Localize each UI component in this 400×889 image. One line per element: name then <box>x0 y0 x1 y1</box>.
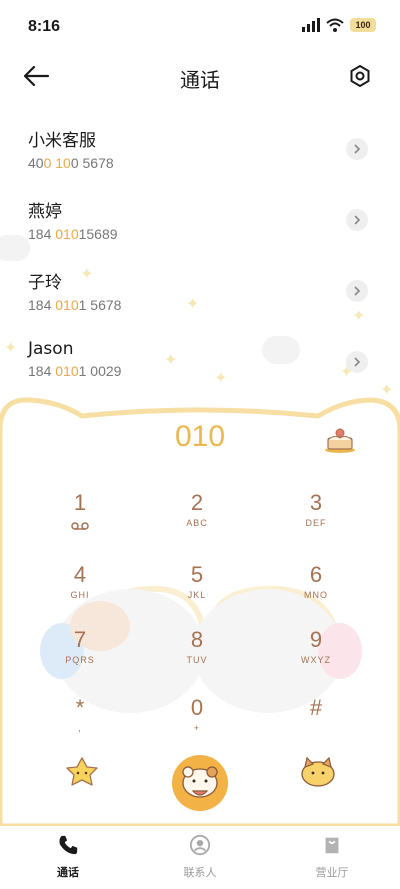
contact-name: Jason <box>28 339 74 359</box>
delete-button[interactable] <box>322 424 360 456</box>
contact-name: 小米客服 <box>28 131 96 151</box>
phone-icon <box>59 835 78 855</box>
key-digit: 4 <box>73 562 87 587</box>
contact-name: 燕婷 <box>28 202 62 222</box>
settings-icon <box>350 65 370 87</box>
key-9[interactable]: 9 WXYZ <box>276 627 356 683</box>
key-digit: 9 <box>309 627 323 652</box>
key-digit: 0 <box>190 695 204 720</box>
key-3[interactable]: 3 DEF <box>276 490 356 546</box>
key-1[interactable]: 1 <box>40 490 120 546</box>
battery-indicator: 100 <box>350 18 376 32</box>
star-sticker-icon <box>66 757 98 786</box>
chevron-right-icon <box>354 286 361 296</box>
bear-call-icon <box>182 766 218 798</box>
key-digit: 3 <box>309 490 323 515</box>
contact-number: 184 0101 0029 <box>28 363 122 379</box>
key-5[interactable]: 5 JKL <box>157 562 237 618</box>
key-digit: 5 <box>190 562 204 587</box>
key-hash[interactable]: # <box>276 695 356 751</box>
key-letters: ABC <box>186 518 208 528</box>
key-4[interactable]: 4 GHI <box>40 562 120 618</box>
key-7[interactable]: 7 PQRS <box>40 627 120 683</box>
contact-detail-button[interactable] <box>346 138 368 160</box>
settings-button[interactable] <box>348 64 376 92</box>
key-letters: + <box>193 723 201 733</box>
key-letters: DEF <box>305 518 327 528</box>
chevron-right-icon <box>354 215 361 225</box>
hide-keypad-button[interactable] <box>62 755 102 789</box>
tab-calls[interactable]: 通话 <box>28 834 108 880</box>
key-2[interactable]: 2 ABC <box>157 490 237 546</box>
status-time: 8:16 <box>28 18 61 35</box>
tab-contacts[interactable]: 联系人 <box>160 834 240 880</box>
contact-item[interactable]: 子玲 184 0101 5678 <box>0 258 400 329</box>
key-8[interactable]: 8 TUV <box>157 627 237 683</box>
status-icons: 100 <box>302 18 376 32</box>
status-bar: 8:16 100 <box>0 0 400 56</box>
contact-number: 184 0101 5678 <box>28 297 122 313</box>
key-letters: GHI <box>70 590 90 600</box>
more-options-button[interactable] <box>298 755 338 789</box>
key-letters: , <box>78 723 82 733</box>
contact-suggestions: 小米客服 400 100 5678 燕婷 184 01015689 子玲 184… <box>0 116 400 400</box>
tab-label: 营业厅 <box>315 866 349 879</box>
key-letters: JKL <box>187 590 207 600</box>
contact-number: 400 100 5678 <box>28 155 114 171</box>
key-6[interactable]: 6 MNO <box>276 562 356 618</box>
cat-sticker-icon <box>301 756 335 787</box>
cake-icon <box>325 428 355 453</box>
key-digit: # <box>309 695 323 720</box>
signal-icon <box>302 18 320 32</box>
key-letters: PQRS <box>65 655 95 665</box>
key-0[interactable]: 0 + <box>157 695 237 751</box>
key-letters: WXYZ <box>301 655 331 665</box>
contact-detail-button[interactable] <box>346 209 368 231</box>
contact-item[interactable]: 小米客服 400 100 5678 <box>0 116 400 187</box>
key-digit: 2 <box>190 490 204 515</box>
tab-service-hall[interactable]: 营业厅 <box>292 834 372 880</box>
store-icon <box>325 837 339 854</box>
key-digit: 8 <box>190 627 204 652</box>
call-button[interactable] <box>172 755 228 811</box>
key-letters: TUV <box>186 655 208 665</box>
contact-item[interactable]: Jason 184 0101 0029 <box>0 329 400 400</box>
key-digit: 7 <box>73 627 87 652</box>
chevron-right-icon <box>354 357 361 367</box>
contact-name: 子玲 <box>28 273 62 293</box>
contact-detail-button[interactable] <box>346 351 368 373</box>
tab-label: 通话 <box>57 866 79 879</box>
key-letters: MNO <box>304 590 328 600</box>
page-title: 通话 <box>180 68 220 92</box>
contact-icon <box>189 834 211 856</box>
contact-detail-button[interactable] <box>346 280 368 302</box>
wifi-icon <box>326 18 344 32</box>
contact-item[interactable]: 燕婷 184 01015689 <box>0 187 400 258</box>
contact-number: 184 01015689 <box>28 226 118 242</box>
voicemail-icon <box>71 522 89 530</box>
key-digit: 6 <box>309 562 323 587</box>
chevron-right-icon <box>354 144 361 154</box>
header: 通话 <box>0 56 400 100</box>
key-digit: 1 <box>73 490 87 515</box>
bottom-tab-bar: 通话 联系人 营业厅 <box>0 826 400 889</box>
tab-label: 联系人 <box>183 866 217 879</box>
key-digit: * <box>75 695 85 720</box>
key-star[interactable]: * , <box>40 695 120 751</box>
